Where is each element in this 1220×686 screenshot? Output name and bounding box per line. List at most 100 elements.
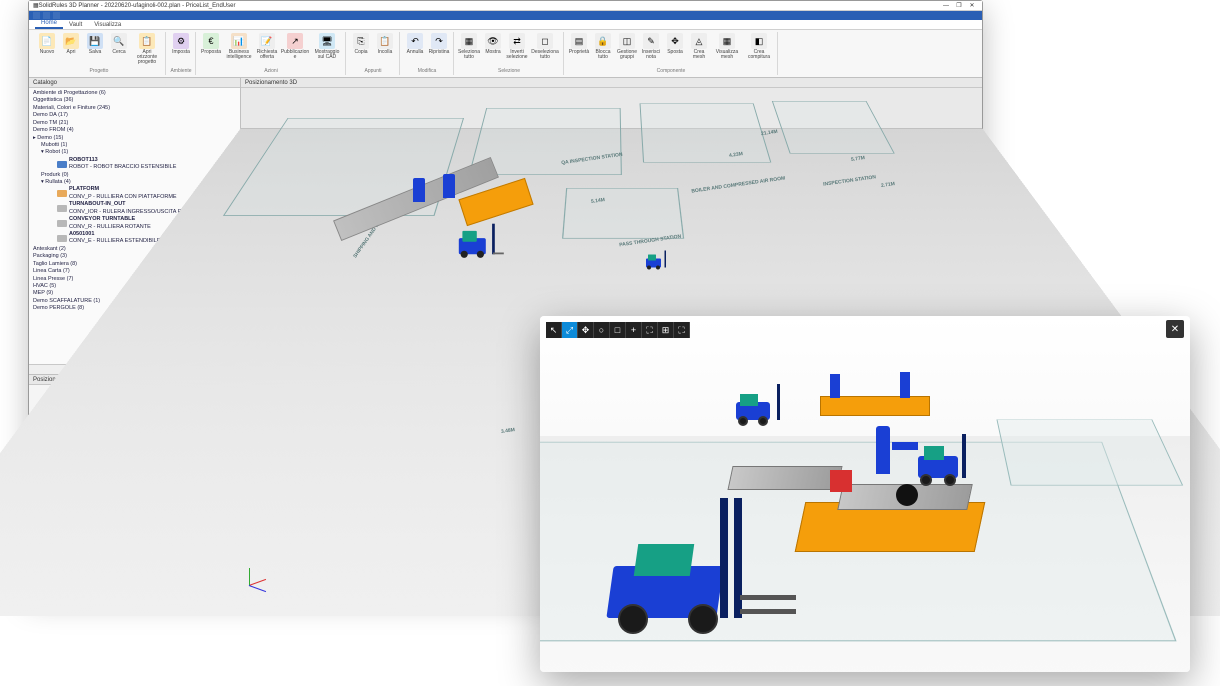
tree-item[interactable]: Materiali, Colori e Finiture (245)	[33, 105, 236, 112]
overlay-3d-viewer: ↖ ⤢ ✥ ○ □ + ⛶ ⊞ ⛶ ✕	[540, 316, 1190, 672]
apri-orizzonte-button[interactable]: 📋Apri orizzonte progetto	[132, 32, 162, 68]
obj-robot-base[interactable]	[896, 484, 918, 506]
ov-tool-move-icon[interactable]: ⤢	[562, 322, 578, 338]
richiesta-button[interactable]: 📝Richiesta offerta	[256, 32, 278, 68]
tab-vault[interactable]: Vault	[63, 21, 88, 29]
ov-tool-fullscreen-icon[interactable]: ⛶	[674, 322, 690, 338]
annulla-button[interactable]: ↶Annulla	[404, 32, 426, 68]
obj-forklift-large[interactable]	[600, 476, 790, 636]
tree-item[interactable]: ▸ Demo (15)	[33, 135, 236, 142]
group-label-progetto: Progetto	[90, 68, 109, 75]
obj-robot[interactable]	[413, 178, 425, 202]
visualizza-mesh-button[interactable]: ▦Visualizza mesh	[712, 32, 742, 68]
obj-forklift[interactable]	[910, 416, 980, 486]
tab-home[interactable]: Home	[35, 19, 63, 29]
platform-icon	[57, 190, 67, 197]
business-intelligence-button[interactable]: 📊Business intelligence	[224, 32, 254, 68]
minimize-button[interactable]: —	[940, 2, 952, 10]
obj-robot[interactable]	[876, 426, 890, 474]
copia-button[interactable]: ⎘Copia	[350, 32, 372, 68]
blueprint-room	[640, 103, 772, 162]
group-label-selezione: Selezione	[498, 68, 520, 75]
ov-tool-zoom-icon[interactable]: +	[626, 322, 642, 338]
blueprint-room	[996, 419, 1183, 485]
maximize-button[interactable]: ❐	[953, 2, 965, 10]
tree-item[interactable]: Mubotti (1)	[33, 142, 236, 149]
crea-compitura-button[interactable]: ◧Crea compitura	[744, 32, 774, 68]
ribbon-group-ambiente: ⚙Imposta Ambiente	[167, 32, 196, 75]
ribbon-group-modifica: ↶Annulla ↷Ripristina Modifica	[401, 32, 454, 75]
overlay-scene[interactable]	[540, 316, 1190, 672]
fork-tine	[740, 595, 796, 600]
overlay-toolbar: ↖ ⤢ ✥ ○ □ + ⛶ ⊞ ⛶	[546, 322, 690, 338]
proposta-button[interactable]: €Proposta	[200, 32, 222, 68]
obj-forklift[interactable]	[730, 376, 790, 426]
obj-forklift[interactable]	[643, 249, 667, 270]
cerca-button[interactable]: 🔍Cerca	[108, 32, 130, 68]
group-label-modifica: Modifica	[418, 68, 437, 75]
ov-tool-fit-icon[interactable]: ⛶	[642, 322, 658, 338]
ribbon-group-selezione: ▦Seleziona tutto 👁Mostra ⇄Inverti selezi…	[455, 32, 564, 75]
ov-tool-select-icon[interactable]: ↖	[546, 322, 562, 338]
ov-tool-frame-icon[interactable]: □	[610, 322, 626, 338]
blueprint-room	[772, 101, 895, 154]
qat-save-icon[interactable]	[33, 12, 40, 19]
catalog-header: Catalogo	[29, 78, 240, 88]
obj-robot[interactable]	[443, 174, 455, 198]
obj-robot[interactable]	[900, 372, 910, 398]
crea-mesh-button[interactable]: ◬Crea mesh	[688, 32, 710, 68]
rulliera-icon	[57, 235, 67, 242]
mostra-button[interactable]: 👁Mostra	[482, 32, 504, 68]
tree-item[interactable]: Oggettistica (36)	[33, 97, 236, 104]
obj-robot[interactable]	[830, 374, 840, 398]
ov-tool-grid-icon[interactable]: ⊞	[658, 322, 674, 338]
tree-item[interactable]: Demo FROM (4)	[33, 127, 236, 134]
blueprint-room	[562, 188, 684, 239]
obj-pallet[interactable]	[830, 470, 852, 492]
tree-item[interactable]: Demo DA (17)	[33, 112, 236, 119]
sposta-button[interactable]: ✥Sposta	[664, 32, 686, 68]
pubblicazione-button[interactable]: ↗Pubblicazione	[280, 32, 310, 68]
apri-button[interactable]: 📂Apri	[60, 32, 82, 68]
nuovo-button[interactable]: 📄Nuovo	[36, 32, 58, 68]
gestione-gruppi-button[interactable]: ◫Gestione gruppi	[616, 32, 638, 68]
ov-tool-orbit-icon[interactable]: ○	[594, 322, 610, 338]
robot-icon	[57, 161, 67, 168]
tab-visualizza[interactable]: Visualizza	[88, 21, 127, 29]
quick-access-toolbar	[29, 11, 982, 20]
tree-item-robot[interactable]: ROBOT113ROBOT - ROBOT BRACCIO ESTENSIBIL…	[33, 157, 236, 172]
tree-item[interactable]: Demo TM (21)	[33, 120, 236, 127]
ribbon-tabs: Home Vault Visualizza	[29, 20, 982, 30]
deseleziona-button[interactable]: ◻Deseleziona tutto	[530, 32, 560, 68]
turnabout-icon	[57, 205, 67, 212]
ripristina-button[interactable]: ↷Ripristina	[428, 32, 450, 68]
close-button[interactable]: ✕	[966, 2, 978, 10]
ribbon-group-azioni: €Proposta 📊Business intelligence 📝Richie…	[197, 32, 346, 75]
overlay-close-button[interactable]: ✕	[1166, 320, 1184, 338]
ribbon: 📄Nuovo 📂Apri 💾Salva 🔍Cerca 📋Apri orizzon…	[29, 30, 982, 78]
group-label-azioni: Azioni	[264, 68, 278, 75]
proprieta-button[interactable]: ▤Proprietà	[568, 32, 590, 68]
group-label-ambiente: Ambiente	[170, 68, 191, 75]
tree-item[interactable]: ▾ Robot (1)	[33, 149, 236, 156]
obj-forklift[interactable]	[453, 220, 496, 258]
group-label-appunti: Appunti	[365, 68, 382, 75]
qat-redo-icon[interactable]	[53, 12, 60, 19]
tree-item[interactable]: Ambiente di Progettazione (6)	[33, 90, 236, 97]
incolla-button[interactable]: 📋Incolla	[374, 32, 396, 68]
inverti-button[interactable]: ⇄Inverti selezione	[506, 32, 528, 68]
salva-button[interactable]: 💾Salva	[84, 32, 106, 68]
imposta-button[interactable]: ⚙Imposta	[170, 32, 192, 68]
obj-platform[interactable]	[820, 396, 930, 416]
seleziona-tutto-button[interactable]: ▦Seleziona tutto	[458, 32, 480, 68]
blocca-button[interactable]: 🔒Blocca tutto	[592, 32, 614, 68]
ov-tool-pan-icon[interactable]: ✥	[578, 322, 594, 338]
window-titlebar: ▦ SolidRules 3D Planner - 20220620-ufagi…	[29, 1, 982, 11]
pos3d-header: Posizionamento 3D	[241, 78, 982, 88]
group-label-componente: Componente	[657, 68, 686, 75]
inserisci-nota-button[interactable]: ✎Inserisci nota	[640, 32, 662, 68]
qat-undo-icon[interactable]	[43, 12, 50, 19]
mostraggio-button[interactable]: 🖥Mostraggio sul CAD	[312, 32, 342, 68]
axis-gizmo[interactable]	[249, 562, 273, 586]
ribbon-group-appunti: ⎘Copia 📋Incolla Appunti	[347, 32, 400, 75]
